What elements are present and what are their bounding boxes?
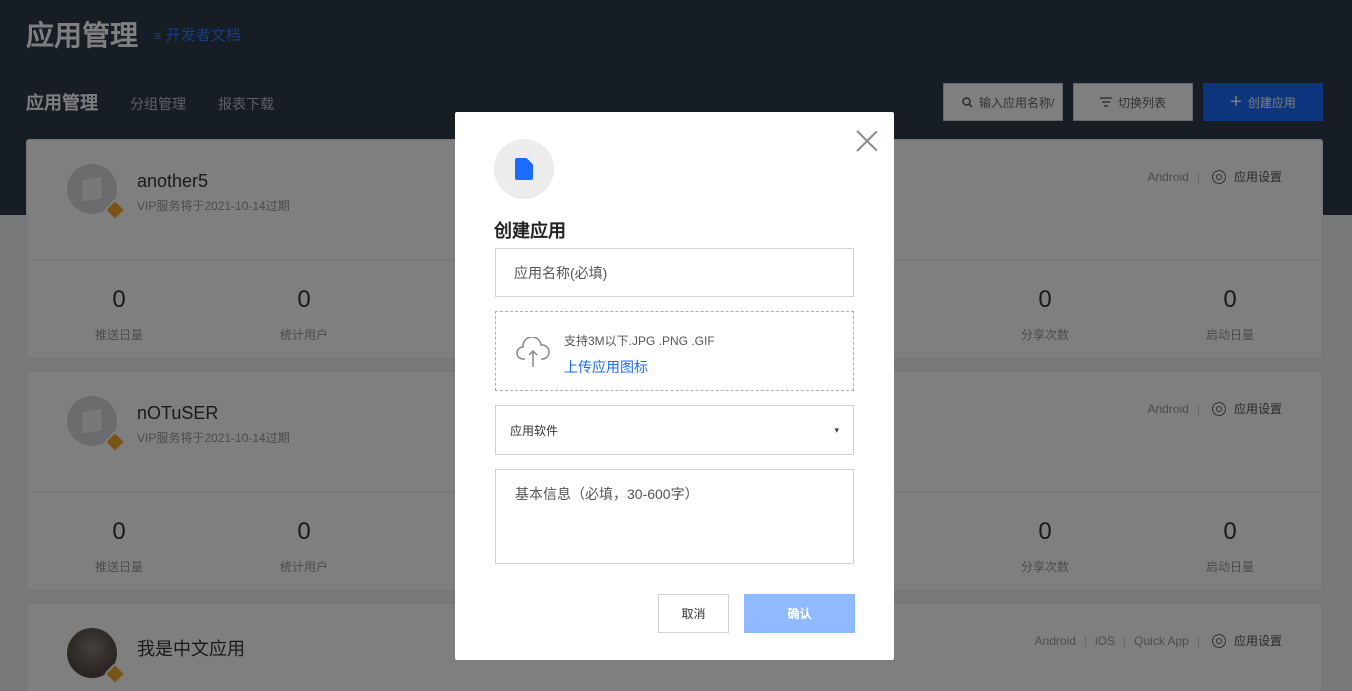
app-name-placeholder: 应用名称(必填) xyxy=(514,264,608,281)
icon-upload-area[interactable]: 支持3M以下.JPG .PNG .GIF 上传应用图标 xyxy=(495,311,854,391)
category-select[interactable]: 应用软件 ▾ xyxy=(495,405,854,455)
basic-info-textarea[interactable]: 基本信息（必填，30-600字） xyxy=(495,469,854,564)
file-icon xyxy=(515,158,533,180)
cloud-upload-icon xyxy=(516,337,550,367)
cancel-button[interactable]: 取消 xyxy=(658,594,729,633)
dialog-title: 创建应用 xyxy=(494,221,566,241)
app-name-input[interactable]: 应用名称(必填) xyxy=(495,248,854,297)
chevron-down-icon: ▾ xyxy=(834,424,839,435)
create-app-dialog: 创建应用 应用名称(必填) 支持3M以下.JPG .PNG .GIF 上传应用图… xyxy=(455,112,894,660)
app-icon-placeholder xyxy=(494,139,554,199)
confirm-button[interactable]: 确认 xyxy=(744,594,855,633)
close-icon[interactable] xyxy=(856,130,878,152)
category-selected-value: 应用软件 xyxy=(510,423,559,438)
upload-hint: 支持3M以下.JPG .PNG .GIF xyxy=(564,334,715,348)
basic-info-placeholder: 基本信息（必填，30-600字） xyxy=(515,486,699,502)
upload-icon-link[interactable]: 上传应用图标 xyxy=(564,357,648,377)
